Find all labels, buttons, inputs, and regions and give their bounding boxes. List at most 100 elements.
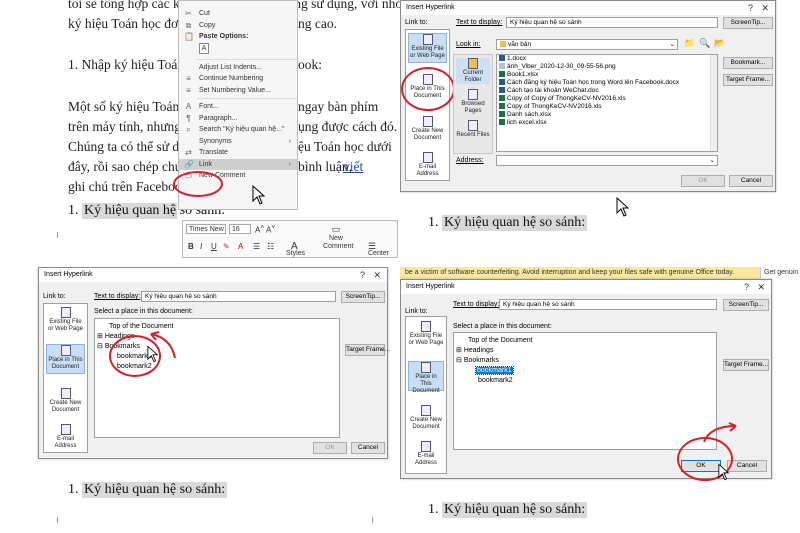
menu-item-set-numbering[interactable]: ≡ Set Numbering Value... [179, 85, 297, 97]
look-in-dropdown[interactable]: văn bản ⌄ [496, 39, 678, 50]
web-search-icon[interactable]: 🔍 [699, 38, 711, 50]
menu-item-continue-numbering[interactable]: ≡ Continue Numbering [179, 73, 297, 85]
doc-link[interactable]: viết [343, 157, 363, 177]
screentip-button[interactable]: ScreenTip... [723, 299, 769, 311]
browsed-pages-button[interactable]: Browsed Pages [456, 89, 490, 115]
numbering-icon: ≡ [186, 74, 191, 83]
selected-heading[interactable]: Ký hiệu quan hệ so sánh: [82, 203, 225, 219]
link-to-email[interactable]: E-mail Address [408, 152, 447, 180]
recent-files-button[interactable]: Recent Files [456, 120, 490, 146]
selected-heading[interactable]: Ký hiệu quan hệ so sánh: [82, 482, 228, 498]
font-color-icon[interactable]: A [238, 242, 243, 251]
file-list-item[interactable]: Copy of Copy of ThongKeCV-NV2016.xls [497, 95, 717, 103]
target-frame-button[interactable]: Target Frame... [345, 344, 390, 356]
open-folder-icon[interactable]: 📂 [714, 38, 726, 50]
close-icon[interactable]: ✕ [761, 1, 769, 15]
close-icon[interactable]: ✕ [757, 280, 765, 294]
selected-heading[interactable]: Ký hiệu quan hệ so sánh: [442, 502, 588, 518]
screentip-button[interactable]: ScreenTip... [341, 291, 385, 303]
text-to-display-field[interactable]: Ký hiệu quan hệ so sánh [499, 299, 717, 310]
word-file-icon [499, 55, 505, 61]
link-to-existing-file[interactable]: Existing File or Web Page [408, 321, 444, 349]
tree-item-bookmark2[interactable]: bookmark2 [117, 363, 152, 371]
menu-item-paste-keep-text[interactable]: A [179, 42, 297, 57]
help-icon[interactable]: ? [360, 268, 365, 282]
bold-icon[interactable]: B [188, 242, 194, 251]
grow-font-icon[interactable]: A˄ A˅ [255, 224, 275, 235]
link-to-new-document[interactable]: Create New Document [46, 388, 85, 416]
email-icon [422, 152, 433, 163]
cancel-button[interactable]: Cancel [729, 175, 773, 187]
menu-item-link[interactable]: 🔗 Link › [179, 158, 297, 170]
menu-item-paragraph[interactable]: ¶ Paragraph... [179, 113, 297, 125]
file-name: Copy of ThongKeCV-NV2016.xls [507, 103, 602, 110]
link-to-place-in-document[interactable]: Place in This Document [46, 344, 85, 374]
menu-item-cut[interactable]: ✂ Cut [179, 8, 297, 20]
chevron-down-icon: ⌄ [709, 157, 715, 164]
font-size-box[interactable]: 16 [229, 224, 251, 234]
ok-button[interactable]: OK [681, 175, 725, 187]
italic-icon[interactable]: I [200, 242, 202, 251]
bullets-icon[interactable]: ☰ [253, 242, 260, 251]
cancel-button[interactable]: Cancel [351, 442, 385, 454]
link-to-email[interactable]: E-mail Address [408, 441, 444, 469]
ok-button[interactable]: OK [313, 442, 347, 454]
highlight-icon[interactable]: ✎ [223, 242, 230, 251]
menu-item-font[interactable]: A Font... [179, 101, 297, 113]
tree-item-bookmark2[interactable]: bookmark2 [478, 377, 513, 385]
selected-heading[interactable]: Ký hiệu quan hệ so sánh: [442, 215, 588, 231]
current-folder-button[interactable]: Current Folder [456, 58, 490, 84]
link-to-place-in-document[interactable]: Place in This Document [408, 74, 447, 104]
file-name: Cách đăng ký hiệu Toán học trong Word lê… [507, 79, 680, 86]
file-list-item[interactable]: Cách tạo tài khoản WeChat.doc [497, 87, 717, 95]
screentip-button[interactable]: ScreenTip... [723, 17, 773, 29]
cancel-button[interactable]: Cancel [727, 460, 767, 472]
file-list-item[interactable]: lich excel.xlsx [497, 119, 717, 127]
excel-file-icon [499, 111, 505, 117]
new-comment-button[interactable]: ▭ New Comment [323, 225, 353, 251]
link-to-place-in-document[interactable]: Place in This Document [408, 361, 444, 394]
target-frame-button[interactable]: Target Frame... [723, 359, 769, 371]
file-list-item[interactable]: Cách đăng ký hiệu Toán học trong Word lê… [497, 79, 717, 87]
menu-item-translate[interactable]: ⇄ Translate [179, 147, 297, 159]
file-list-item[interactable]: Book1.xlsx [497, 71, 717, 79]
up-folder-icon[interactable]: 📁 [684, 38, 696, 50]
link-to-label: Link to: [405, 308, 428, 315]
file-list-item[interactable]: Copy of ThongKeCV-NV2016.xls [497, 103, 717, 111]
menu-item-copy[interactable]: ⧉ Copy [179, 20, 297, 32]
tree-item-top-of-document[interactable]: Top of the Document [468, 337, 533, 345]
file-list-item[interactable]: Danh sách.xlsx [497, 111, 717, 119]
menu-item-search[interactable]: ⌕ Search "Ký hiệu quan hệ..." [179, 124, 297, 136]
menu-item-new-comment[interactable]: ▭ New Comment [179, 170, 297, 182]
help-icon[interactable]: ? [744, 280, 749, 294]
get-genuine-button[interactable]: Get genuin [760, 267, 800, 279]
address-field[interactable]: ⌄ [496, 155, 718, 166]
tree-item-bookmarks[interactable]: ⊟ Bookmarks [456, 357, 499, 365]
text-to-display-field[interactable]: Ký hiệu quan hệ so sánh [141, 291, 336, 302]
file-list-item[interactable]: 1.docx [497, 55, 717, 63]
link-to-existing-file[interactable]: Existing File or Web Page [46, 307, 85, 335]
scrollbar[interactable] [710, 55, 717, 151]
mini-format-toolbar: Times New 16 A˄ A˅ B I U ✎ A ☰ ☷ A Style… [182, 220, 398, 258]
tree-item-bookmark1[interactable]: bookmark1 [475, 366, 514, 375]
link-to-existing-file[interactable]: Existing File or Web Page [408, 33, 447, 63]
tree-item-headings[interactable]: ⊞ Headings [97, 333, 134, 341]
tree-item-bookmarks[interactable]: ⊟ Bookmarks [97, 343, 140, 351]
target-frame-button[interactable]: Target Frame... [723, 74, 773, 86]
underline-icon[interactable]: U [211, 242, 217, 251]
menu-item-adjust-indents[interactable]: Adjust List Indents... [179, 62, 297, 74]
text-to-display-field[interactable]: Ký hiệu quan hệ so sánh [506, 17, 718, 28]
bookmark-button[interactable]: Bookmark... [723, 57, 773, 69]
help-icon[interactable]: ? [748, 1, 753, 15]
numbering-icon[interactable]: ☷ [267, 242, 274, 251]
file-list-item[interactable]: ảnh_Viber_2020-12-30_09-55-56.png [497, 63, 717, 71]
link-to-new-document[interactable]: Create New Document [408, 116, 447, 146]
link-to-email[interactable]: E-mail Address [46, 424, 85, 452]
close-icon[interactable]: ✕ [373, 268, 381, 282]
menu-item-synonyms[interactable]: Synonyms › [179, 136, 297, 148]
tree-item-headings[interactable]: ⊞ Headings [456, 347, 493, 355]
link-to-new-document[interactable]: Create New Document [408, 405, 444, 433]
font-name-box[interactable]: Times New [186, 224, 226, 234]
browser-icon [468, 89, 478, 100]
ok-button[interactable]: OK [681, 460, 721, 472]
